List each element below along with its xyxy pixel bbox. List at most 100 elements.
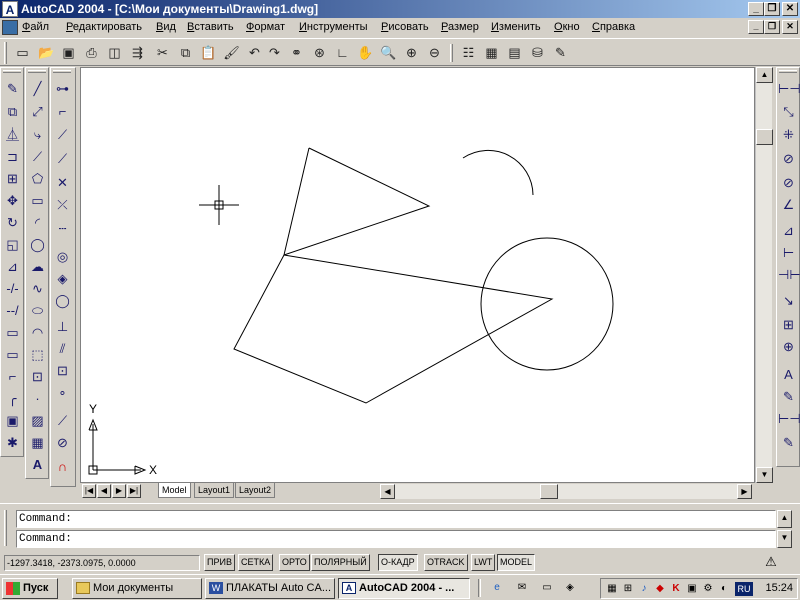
snap-midpoint-icon[interactable]: ⟋ [52, 148, 73, 169]
aligned-dim-icon[interactable]: ⤡ [778, 101, 799, 122]
break-point-icon[interactable]: ▭ [2, 322, 23, 343]
pentagon-polyline[interactable] [233, 254, 554, 404]
table-icon[interactable]: ▦ [27, 432, 48, 453]
snap-tangent-icon[interactable]: ◯ [52, 290, 73, 311]
properties-icon[interactable]: ☷ [458, 43, 479, 63]
restore-button[interactable]: ❐ [764, 2, 780, 16]
document-icon[interactable] [2, 20, 18, 35]
menu-view[interactable]: Вид [156, 21, 176, 33]
rectangle-icon[interactable]: ▭ [27, 190, 48, 211]
minimize-button[interactable]: _ [748, 2, 764, 16]
title-bar[interactable]: A AutoCAD 2004 - [C:\Мои документы\Drawi… [0, 0, 800, 18]
toolpalette-icon[interactable]: ▤ [504, 43, 525, 63]
menu-draw[interactable]: Рисовать [381, 21, 429, 33]
doc-minimize-button[interactable]: _ [748, 20, 764, 34]
dbconnect-icon[interactable]: ⛁ [527, 43, 548, 63]
snap-none-icon[interactable]: ⊘ [52, 432, 73, 453]
menu-file[interactable]: Файл [22, 21, 49, 33]
arc-icon[interactable]: ◜ [27, 212, 48, 233]
circle-icon[interactable]: ◯ [27, 234, 48, 255]
diameter-dim-icon[interactable]: ⊘ [778, 172, 799, 193]
publish-icon[interactable]: ⇶ [127, 43, 148, 63]
markup-icon[interactable]: ✎ [550, 43, 571, 63]
command-scroll-down[interactable]: ▼ [777, 530, 792, 548]
lwt-toggle[interactable]: LWT [471, 554, 496, 571]
insert-block-icon[interactable]: ⬚ [27, 344, 48, 365]
snap-center-icon[interactable]: ◎ [52, 246, 73, 267]
menu-edit[interactable]: Редактировать [66, 21, 142, 33]
osnap-settings-icon[interactable]: ∩ [52, 456, 73, 477]
menu-tools[interactable]: Инструменты [299, 21, 368, 33]
snap-endpoint-icon[interactable]: ⟋ [52, 124, 73, 145]
tolerance-icon[interactable]: ⊞ [778, 314, 799, 335]
baseline-dim-icon[interactable]: ⊢ [778, 242, 799, 263]
continue-dim-icon[interactable]: ⊣⊢ [778, 264, 800, 285]
paste-icon[interactable]: 📋 [198, 43, 219, 63]
tab-model[interactable]: Model [158, 483, 191, 498]
new-icon[interactable]: ▭ [12, 43, 33, 63]
rotate-icon[interactable]: ↻ [2, 212, 23, 233]
menu-help[interactable]: Справка [592, 21, 635, 33]
next-tab-button[interactable]: ▶ [112, 484, 126, 498]
first-tab-button[interactable]: |◀ [82, 484, 96, 498]
extend-icon[interactable]: --/ [2, 300, 23, 321]
undo-icon[interactable]: ↶ [244, 43, 265, 63]
start-button[interactable]: Пуск [2, 578, 58, 599]
prev-tab-button[interactable]: ◀ [97, 484, 111, 498]
last-tab-button[interactable]: ▶| [127, 484, 141, 498]
revision-cloud-icon[interactable]: ☁ [27, 256, 48, 277]
ellipse-icon[interactable]: ⬭ [27, 300, 48, 321]
erase-icon[interactable]: ✎ [2, 78, 23, 99]
language-indicator[interactable]: RU [735, 582, 753, 596]
quick-leader-icon[interactable]: ↘ [778, 290, 799, 311]
scroll-right-button[interactable]: ▶ [737, 484, 752, 499]
menu-modify[interactable]: Изменить [491, 21, 541, 33]
vertical-scrollbar[interactable]: ▲ ▼ [755, 67, 773, 483]
tray-app-icon-4[interactable]: ◆ [653, 582, 667, 596]
horizontal-scrollbar[interactable]: ◀ ▶ [380, 484, 752, 499]
hyperlink-icon[interactable]: ⚭ [286, 43, 307, 63]
antivirus-icon[interactable]: K [669, 582, 683, 596]
designcenter-icon[interactable]: ▦ [481, 43, 502, 63]
tray-app-icon-6[interactable]: ⚙ [701, 582, 715, 596]
horizontal-scroll-thumb[interactable] [540, 484, 558, 499]
copy-icon[interactable]: ⧉ [175, 43, 196, 63]
coordinate-readout[interactable]: -1297.3418, -2373.0975, 0.0000 [4, 555, 200, 571]
menu-format[interactable]: Формат [246, 21, 285, 33]
tray-app-icon-5[interactable]: ▣ [685, 582, 699, 596]
ucs-icon[interactable]: ∟ [332, 43, 353, 63]
dim-update-icon[interactable]: ⊢⊣ [778, 408, 800, 429]
tray-app-icon-1[interactable]: ▦ [605, 582, 619, 596]
toolbar-grip[interactable] [53, 70, 71, 73]
trim-icon[interactable]: -/- [2, 278, 23, 299]
tab-layout2[interactable]: Layout2 [235, 483, 276, 498]
text-icon[interactable]: A [27, 454, 48, 475]
line-icon[interactable]: ╱ [27, 78, 48, 99]
ellipse-arc-icon[interactable]: ◠ [27, 322, 48, 343]
center-mark-icon[interactable]: ⊕ [778, 336, 799, 357]
redo-icon[interactable]: ↷ [264, 43, 285, 63]
plot-icon[interactable]: ⎙ [81, 43, 102, 63]
move-icon[interactable]: ✥ [2, 190, 23, 211]
model-toggle[interactable]: MODEL [497, 554, 536, 571]
snap-parallel-icon[interactable]: ⫽ [52, 338, 73, 359]
dim-text-edit-icon[interactable]: ✎ [778, 386, 799, 407]
desktop-icon[interactable]: ▭ [540, 581, 554, 595]
offset-icon[interactable]: ⊐ [2, 146, 23, 167]
scroll-left-button[interactable]: ◀ [380, 484, 395, 499]
radius-dim-icon[interactable]: ⊘ [778, 148, 799, 169]
command-scroll-up[interactable]: ▲ [777, 510, 792, 528]
snap-toggle[interactable]: ПРИВ [204, 554, 235, 571]
menu-dimension[interactable]: Размер [441, 21, 479, 33]
grid-toggle[interactable]: СЕТКА [238, 554, 274, 571]
matchprop-icon[interactable]: 🖌 [221, 43, 242, 63]
autocad-app-icon[interactable]: A [2, 1, 18, 17]
dim-edit-icon[interactable]: A [778, 364, 799, 385]
spline-icon[interactable]: ∿ [27, 278, 48, 299]
open-icon[interactable]: 📂 [36, 43, 57, 63]
save-icon[interactable]: ▣ [58, 43, 79, 63]
taskbar-button-my-documents[interactable]: Мои документы [72, 578, 202, 599]
fillet-icon[interactable]: ╭ [2, 388, 23, 409]
polyline-icon[interactable]: ⟋ [27, 146, 48, 167]
break-icon[interactable]: ▭ [2, 344, 23, 365]
